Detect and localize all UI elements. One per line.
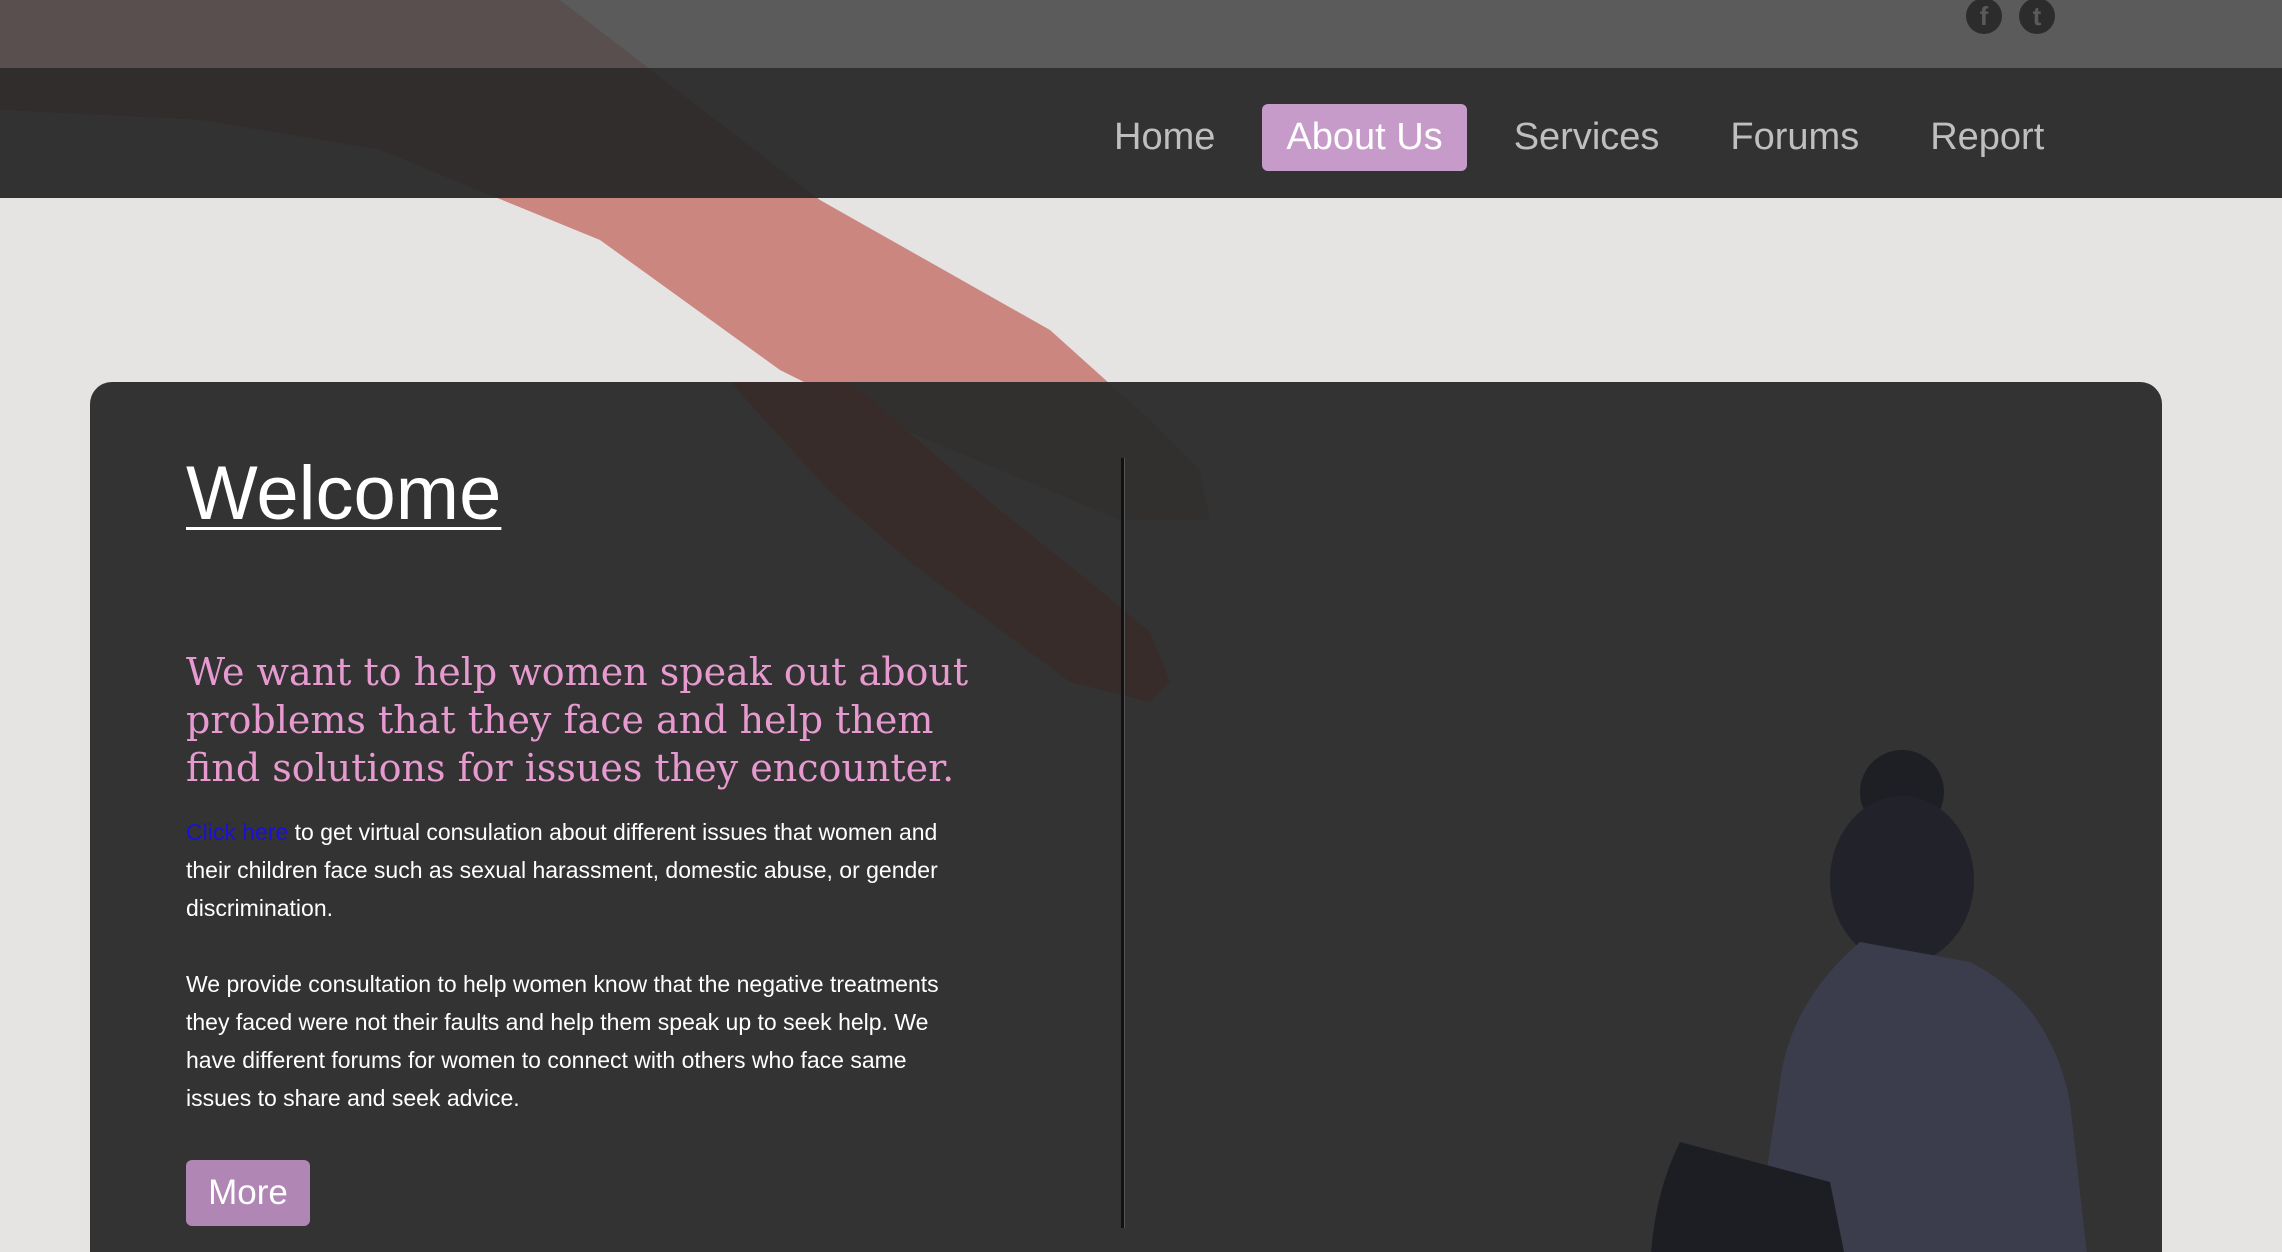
page-title: Welcome bbox=[186, 451, 502, 536]
tagline: We want to help women speak out about pr… bbox=[186, 650, 969, 790]
top-bar: f t bbox=[0, 0, 2282, 68]
vertical-divider bbox=[1121, 458, 1125, 1228]
twitter-icon[interactable]: t bbox=[2019, 0, 2055, 34]
welcome-card: Welcome We want to help women speak out … bbox=[90, 382, 2162, 1252]
page: f t Home About Us Services Forums Report… bbox=[0, 0, 2282, 1252]
consultation-paragraph: Click here to get virtual consulation ab… bbox=[186, 813, 966, 927]
social-links: f t bbox=[1966, 0, 2055, 34]
nav-item-report[interactable]: Report bbox=[1906, 104, 2068, 171]
facebook-icon[interactable]: f bbox=[1966, 0, 2002, 34]
nav-item-home[interactable]: Home bbox=[1090, 104, 1239, 171]
nav-item-forums[interactable]: Forums bbox=[1706, 104, 1883, 171]
about-paragraph: We provide consultation to help women kn… bbox=[186, 971, 939, 1111]
more-button[interactable]: More bbox=[186, 1160, 310, 1226]
click-here-link[interactable]: Click here bbox=[186, 819, 288, 845]
main-nav: Home About Us Services Forums Report bbox=[1090, 104, 2091, 171]
nav-bar: Home About Us Services Forums Report bbox=[0, 68, 2282, 198]
consultation-text: to get virtual consulation about differe… bbox=[186, 819, 938, 921]
nav-item-about-us[interactable]: About Us bbox=[1262, 104, 1467, 171]
nav-item-services[interactable]: Services bbox=[1490, 104, 1684, 171]
